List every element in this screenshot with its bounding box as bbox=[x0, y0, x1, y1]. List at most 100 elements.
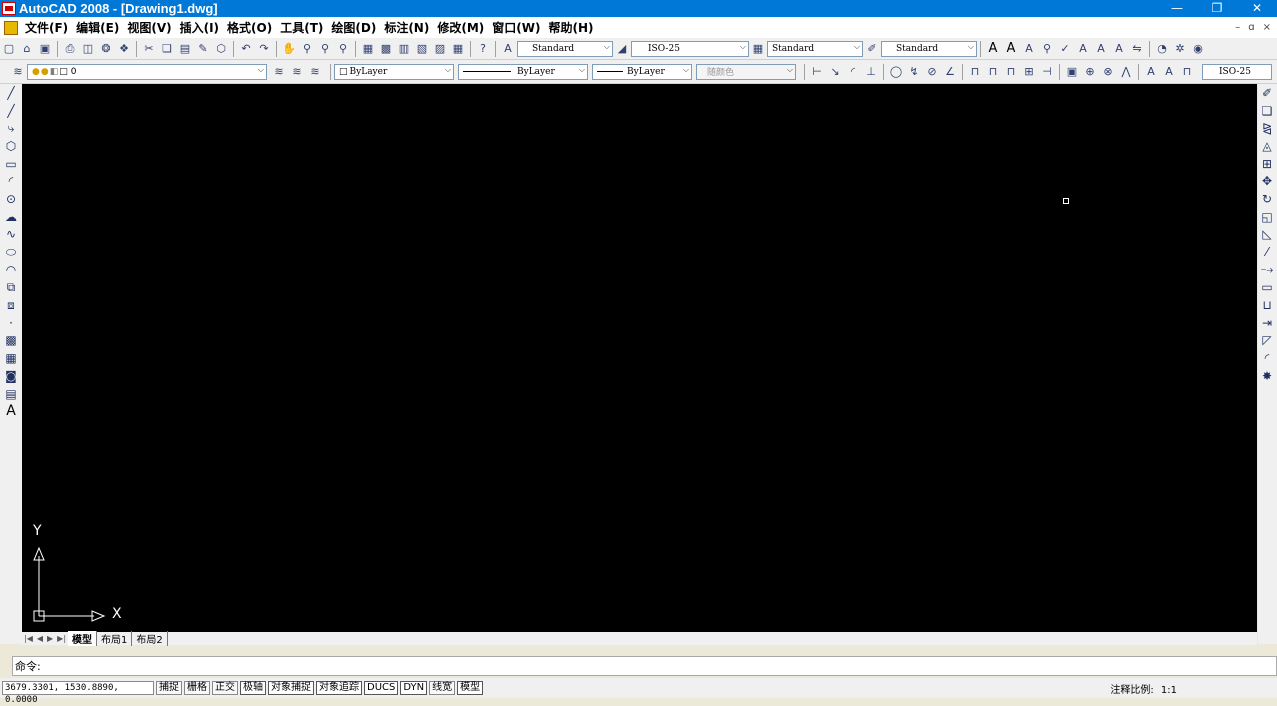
text-icon[interactable]: A bbox=[985, 41, 1001, 57]
circle-icon[interactable]: ⊙ bbox=[1, 190, 21, 208]
menu-help[interactable]: 帮助(H) bbox=[544, 19, 597, 36]
make-block-icon[interactable]: ⧈ bbox=[1, 296, 21, 314]
open-icon[interactable]: ⌂ bbox=[19, 41, 35, 57]
tab-layout2[interactable]: 布局2 bbox=[132, 631, 168, 646]
dim-style-icon[interactable]: ◢ bbox=[614, 41, 630, 57]
paste-icon[interactable]: ▤ bbox=[177, 41, 193, 57]
find-icon[interactable]: ⚲ bbox=[1039, 41, 1055, 57]
plot-icon[interactable]: ⎙ bbox=[62, 41, 78, 57]
properties-icon[interactable]: ▦ bbox=[360, 41, 376, 57]
region-icon[interactable]: ◙ bbox=[1, 367, 21, 385]
make-object-layer-current-icon[interactable]: ≋ bbox=[271, 64, 287, 80]
calculator-icon[interactable]: ▦ bbox=[450, 41, 466, 57]
menu-modify[interactable]: 修改(M) bbox=[433, 19, 488, 36]
multileader-style-combo[interactable]: Standard ⌵ bbox=[881, 40, 977, 57]
polyline-icon[interactable]: ⤷ bbox=[1, 119, 21, 137]
dim-text-edit-icon[interactable]: A bbox=[1161, 64, 1177, 80]
tab-prev-icon[interactable]: ◀ bbox=[35, 634, 45, 643]
mtext-icon[interactable]: A bbox=[1003, 41, 1019, 57]
tab-first-icon[interactable]: |◀ bbox=[22, 634, 35, 643]
move-icon[interactable]: ✥ bbox=[1258, 172, 1276, 190]
text-style-icon[interactable]: A bbox=[500, 41, 516, 57]
layer-previous-icon[interactable]: ≋ bbox=[289, 64, 305, 80]
aligned-dim-icon[interactable]: ↘ bbox=[827, 64, 843, 80]
mirror-icon[interactable]: ⧎ bbox=[1258, 119, 1276, 137]
close-button[interactable]: ✕ bbox=[1237, 0, 1277, 17]
arc-length-icon[interactable]: ◜ bbox=[845, 64, 861, 80]
mdi-minimize-button[interactable]: – bbox=[1235, 22, 1240, 33]
inspection-icon[interactable]: ⊗ bbox=[1100, 64, 1116, 80]
table-style-icon[interactable]: ▦ bbox=[750, 41, 766, 57]
arc-icon[interactable]: ◜ bbox=[1, 172, 21, 190]
ducs-toggle[interactable]: DUCS bbox=[364, 681, 399, 695]
lineweight-toggle[interactable]: 线宽 bbox=[429, 681, 456, 695]
dim-edit-icon[interactable]: A bbox=[1143, 64, 1159, 80]
lineweight-combo[interactable]: ByLayer ⌵ bbox=[592, 63, 692, 80]
tolerance-icon[interactable]: ▣ bbox=[1064, 64, 1080, 80]
otrack-toggle[interactable]: 对象追踪 bbox=[316, 681, 362, 695]
menu-draw[interactable]: 绘图(D) bbox=[327, 19, 380, 36]
tab-last-icon[interactable]: ▶| bbox=[55, 634, 68, 643]
zoom-previous-icon[interactable]: ⚲ bbox=[335, 41, 351, 57]
spline-icon[interactable]: ∿ bbox=[1, 226, 21, 244]
render-icon[interactable]: ◔ bbox=[1154, 41, 1170, 57]
menu-window[interactable]: 窗口(W) bbox=[488, 19, 544, 36]
copy-object-icon[interactable]: ❏ bbox=[1258, 102, 1276, 120]
rectangle-icon[interactable]: ▭ bbox=[1, 155, 21, 173]
save-icon[interactable]: ▣ bbox=[37, 41, 53, 57]
command-line[interactable]: 命令: bbox=[12, 656, 1277, 676]
tab-layout1[interactable]: 布局1 bbox=[97, 631, 133, 646]
convert-distance-icon[interactable]: ⇋ bbox=[1129, 41, 1145, 57]
construction-line-icon[interactable]: ╱ bbox=[1, 102, 21, 120]
continue-dim-icon[interactable]: ⊓ bbox=[1003, 64, 1019, 80]
justify-text-icon[interactable]: A bbox=[1111, 41, 1127, 57]
sheet-set-icon[interactable]: ▧ bbox=[414, 41, 430, 57]
mdi-close-button[interactable]: × bbox=[1263, 22, 1271, 33]
ellipse-icon[interactable]: ⬭ bbox=[1, 243, 21, 261]
linear-dim-icon[interactable]: ⊢ bbox=[809, 64, 825, 80]
text-style-manager-icon[interactable]: A bbox=[1075, 41, 1091, 57]
coordinate-display[interactable]: 3679.3301, 1530.8890, 0.0000 bbox=[2, 681, 154, 705]
layer-combo[interactable]: ● ● ◧ □ 0 ⌵ bbox=[27, 63, 267, 80]
join-icon[interactable]: ⇥ bbox=[1258, 314, 1276, 332]
quick-dim-icon[interactable]: ⊓ bbox=[967, 64, 983, 80]
copy-icon[interactable]: ❏ bbox=[159, 41, 175, 57]
ortho-toggle[interactable]: 正交 bbox=[212, 681, 238, 695]
layer-states-icon[interactable]: ≋ bbox=[307, 64, 323, 80]
menu-insert[interactable]: 插入(I) bbox=[176, 19, 223, 36]
tool-palettes-icon[interactable]: ▥ bbox=[396, 41, 412, 57]
3d-dwf-icon[interactable]: ❖ bbox=[116, 41, 132, 57]
zoom-realtime-icon[interactable]: ⚲ bbox=[299, 41, 315, 57]
break-at-point-icon[interactable]: ▭ bbox=[1258, 279, 1276, 297]
layer-manager-icon[interactable]: ≋ bbox=[10, 64, 26, 80]
drawing-canvas[interactable]: Y X bbox=[22, 84, 1257, 632]
dim-style-combo[interactable]: ISO-25 ⌵ bbox=[631, 40, 749, 57]
radius-dim-icon[interactable]: ◯ bbox=[888, 64, 904, 80]
help-icon[interactable]: ? bbox=[475, 41, 491, 57]
spelling-icon[interactable]: ✓ bbox=[1057, 41, 1073, 57]
point-icon[interactable]: · bbox=[1, 314, 21, 332]
tab-model[interactable]: 模型 bbox=[68, 631, 98, 646]
document-icon[interactable] bbox=[4, 20, 18, 35]
match-properties-icon[interactable]: ✎ bbox=[195, 41, 211, 57]
polygon-icon[interactable]: ⬡ bbox=[1, 137, 21, 155]
edit-text-icon[interactable]: A bbox=[1021, 41, 1037, 57]
revision-cloud-icon[interactable]: ☁ bbox=[1, 208, 21, 226]
menu-edit[interactable]: 编辑(E) bbox=[72, 19, 123, 36]
cut-icon[interactable]: ✂ bbox=[141, 41, 157, 57]
ordinate-dim-icon[interactable]: ⊥ bbox=[863, 64, 879, 80]
restore-button[interactable]: ❐ bbox=[1197, 0, 1237, 17]
line-icon[interactable]: ╱ bbox=[1, 84, 21, 102]
dim-update-icon[interactable]: ⊓ bbox=[1179, 64, 1195, 80]
new-icon[interactable]: ▢ bbox=[1, 41, 17, 57]
menu-tools[interactable]: 工具(T) bbox=[276, 19, 327, 36]
jogged-dim-icon[interactable]: ↯ bbox=[906, 64, 922, 80]
design-center-icon[interactable]: ▩ bbox=[378, 41, 394, 57]
explode-icon[interactable]: ✸ bbox=[1258, 367, 1276, 385]
hatch-icon[interactable]: ▩ bbox=[1, 332, 21, 350]
dyn-toggle[interactable]: DYN bbox=[400, 681, 428, 695]
extend-icon[interactable]: ⤍ bbox=[1258, 261, 1276, 279]
menu-dimension[interactable]: 标注(N) bbox=[380, 19, 433, 36]
multileader-style-icon[interactable]: ✐ bbox=[864, 41, 880, 57]
dim-style-combo-right[interactable]: ISO-25 bbox=[1202, 63, 1272, 80]
